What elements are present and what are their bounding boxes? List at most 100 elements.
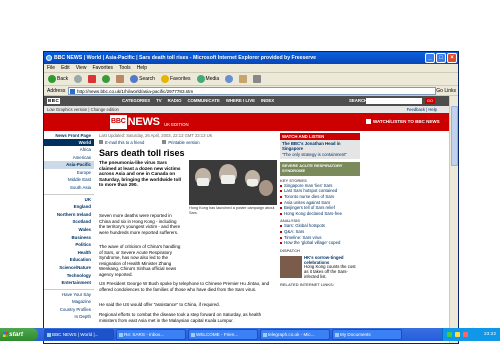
headline: Sars death toll rises: [99, 148, 185, 158]
nav-section-item[interactable]: Education: [44, 256, 94, 264]
promo-image: [280, 255, 302, 278]
nav-extra-item[interactable]: Magazine: [44, 298, 94, 306]
scrollbar-thumb[interactable]: [451, 106, 458, 166]
nav-categories[interactable]: CATEGORIES: [122, 96, 150, 106]
maximize-button[interactable]: □: [436, 53, 446, 63]
dispatch-promo[interactable]: HK's sorrow-tinged celebrations Hong Kon…: [280, 255, 360, 280]
refresh-button[interactable]: [100, 75, 112, 83]
nav-region-item[interactable]: Europe: [44, 169, 94, 177]
forward-button[interactable]: [72, 75, 84, 83]
menu-edit[interactable]: Edit: [61, 64, 70, 72]
nav-section-item[interactable]: Wales: [44, 226, 94, 234]
nav-tv[interactable]: TV: [156, 96, 162, 106]
nav-extra-item[interactable]: In Depth: [44, 313, 94, 321]
bbc-news-logo[interactable]: BBC NEWS: [110, 115, 160, 129]
right-column: WATCH AND LISTEN The BBC's Jonathan Head…: [280, 131, 360, 343]
extras-list: Have Your Say Magazine Country Profiles In …: [44, 291, 94, 321]
task-telegraph[interactable]: telegraph.co.uk - Mic...: [260, 329, 330, 340]
watch-listen-header: WATCH AND LISTEN: [280, 133, 360, 140]
volume-icon[interactable]: [455, 332, 460, 337]
nav-section-item[interactable]: Business: [44, 234, 94, 242]
paragraph: He said the US would offer "assistance" …: [99, 302, 220, 307]
promo-text: HK's sorrow-tinged celebrations Hong Kon…: [304, 255, 360, 280]
start-button[interactable]: start: [0, 328, 38, 341]
nav-region-item[interactable]: Africa: [44, 146, 94, 154]
history-button[interactable]: [223, 75, 235, 83]
nav-radio[interactable]: RADIO: [168, 96, 182, 106]
watch-listen-link[interactable]: WATCH/LISTEN TO BBC NEWS: [366, 119, 440, 124]
menu-help[interactable]: Help: [137, 64, 147, 72]
nav-region-item[interactable]: South Asia: [44, 184, 94, 192]
paragraph: Regional efforts to combat the disease t…: [99, 312, 262, 323]
media-button[interactable]: Media: [195, 75, 222, 83]
promo-summary: Hong Kong counts the cost as it takes of…: [304, 264, 356, 279]
paragraph: The wave of criticism of China's handlin…: [99, 244, 181, 277]
nav-region-item[interactable]: Americas: [44, 154, 94, 162]
toolbar: Back Search Favorites Media: [44, 73, 458, 86]
nav-world[interactable]: World: [44, 139, 94, 146]
menu-tools[interactable]: Tools: [119, 64, 131, 72]
search-button[interactable]: Search: [128, 75, 157, 83]
bbc-logo[interactable]: BBC: [47, 98, 61, 104]
last-updated: Last Updated: Saturday, 26 April, 2003, …: [99, 133, 213, 138]
task-bbc-news[interactable]: BBC NEWS | World |...: [44, 329, 114, 340]
network-icon[interactable]: [447, 332, 452, 337]
nav-extra-item[interactable]: Country Profiles: [44, 306, 94, 314]
nav-section-item[interactable]: Politics: [44, 241, 94, 249]
divider: [44, 193, 94, 195]
vertical-scrollbar[interactable]: [449, 96, 458, 343]
menu-file[interactable]: File: [47, 64, 55, 72]
task-welcome[interactable]: WELCOME - Frien...: [188, 329, 258, 340]
bbc-search-go-button[interactable]: GO: [425, 98, 435, 104]
nav-section-item[interactable]: Science/Nature: [44, 264, 94, 272]
nav-section-item[interactable]: UK: [44, 196, 94, 204]
print-button[interactable]: [251, 75, 263, 83]
nav-index[interactable]: INDEX: [261, 96, 274, 106]
title-bar[interactable]: BBC NEWS | World | Asia-Pacific | Sars d…: [44, 52, 458, 64]
stop-button[interactable]: [86, 75, 98, 83]
nav-section-item[interactable]: Health: [44, 249, 94, 257]
window-controls: _ □ ×: [425, 53, 457, 63]
task-my-documents[interactable]: My Documents: [332, 329, 402, 340]
nav-section-item[interactable]: Northern Ireland: [44, 211, 94, 219]
favorites-button[interactable]: Favorites: [159, 75, 193, 83]
nav-front-page[interactable]: News Front Page: [44, 131, 94, 138]
mail-button[interactable]: [237, 75, 249, 83]
key-story-link[interactable]: Hong Kong declared Sars-free: [280, 211, 360, 217]
nav-where-i-live[interactable]: WHERE I LIVE: [226, 96, 255, 106]
bbc-search-input[interactable]: [366, 98, 422, 104]
analysis-link[interactable]: How the 'global village' coped: [280, 240, 360, 246]
nav-section-item[interactable]: England: [44, 203, 94, 211]
nav-section-item[interactable]: Technology: [44, 272, 94, 280]
menu-view[interactable]: View: [76, 64, 87, 72]
nav-extra-item[interactable]: Have Your Say: [44, 291, 94, 299]
security-icon[interactable]: [463, 332, 468, 337]
address-label: Address: [47, 88, 66, 94]
nav-section-item[interactable]: Entertainment: [44, 279, 94, 287]
dispatch-label: DISPATCH: [280, 247, 300, 253]
sars-banner[interactable]: SEVERE ACUTE RESPIRATORY SYNDROME: [280, 161, 360, 176]
go-button[interactable]: Go Links: [436, 87, 456, 95]
back-button[interactable]: Back: [46, 75, 70, 83]
nav-region-item[interactable]: Asia-Pacific: [44, 161, 94, 169]
minimize-button[interactable]: _: [425, 53, 435, 63]
email-link[interactable]: E-mail this to a friend: [99, 140, 144, 145]
nav-communicate[interactable]: COMMUNICATE: [187, 96, 219, 106]
address-input[interactable]: http://news.bbc.co.uk/1/hi/world/asia-pa…: [68, 87, 436, 95]
nav-region-item[interactable]: Middle East: [44, 176, 94, 184]
print-link[interactable]: Printable version: [162, 140, 199, 145]
menu-favorites[interactable]: Favorites: [92, 64, 113, 72]
edition-label: UK EDITION: [164, 122, 189, 127]
nav-section-item[interactable]: Scotland: [44, 218, 94, 226]
task-inbox[interactable]: Re: SARS - Inbox...: [116, 329, 186, 340]
home-icon: [116, 75, 125, 83]
home-button[interactable]: [114, 75, 126, 83]
section-list: UK England Northern Ireland Scotland Wales Bu…: [44, 196, 94, 287]
feedback-help-links[interactable]: Feedback | Help: [407, 106, 437, 113]
article-photo: [189, 160, 277, 205]
low-graphics-link[interactable]: Low Graphics version | Change edition: [47, 107, 119, 112]
watch-listen-box[interactable]: The BBC's Jonathan Head in Singapore "Th…: [280, 140, 360, 159]
watch-title[interactable]: The BBC's Jonathan Head in Singapore: [282, 141, 358, 152]
close-button[interactable]: ×: [447, 53, 457, 63]
window-title: BBC NEWS | World | Asia-Pacific | Sars d…: [54, 55, 317, 61]
